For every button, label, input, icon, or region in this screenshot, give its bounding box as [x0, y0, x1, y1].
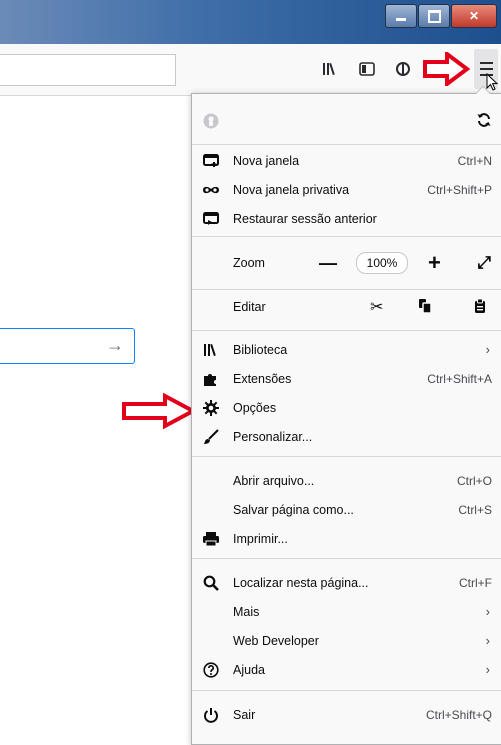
menu-item-label: Opções	[233, 400, 277, 415]
go-arrow-icon[interactable]: →	[106, 335, 124, 356]
app-menu-panel: Nova janela Ctrl+N Nova janela privativa…	[191, 86, 501, 745]
menu-item-label: Nova janela	[233, 153, 300, 168]
gear-icon	[202, 399, 220, 417]
shortcut-text: Ctrl+O	[456, 473, 492, 488]
menu-item-label: Nova janela privativa	[233, 182, 350, 197]
menu-separator	[192, 330, 501, 331]
shortcut-text: Ctrl+S	[458, 502, 492, 517]
account-row[interactable]	[192, 106, 501, 136]
menu-item-label: Localizar nesta página...	[233, 575, 369, 590]
menu-item-addons[interactable]: Extensões Ctrl+Shift+A	[192, 364, 501, 393]
close-icon: ✕	[468, 9, 480, 23]
shortcut-text: Ctrl+Shift+A	[427, 371, 492, 386]
menu-item-label: Ajuda	[233, 662, 265, 677]
menu-item-label: Restaurar sessão anterior	[233, 211, 377, 226]
menu-separator	[192, 144, 501, 145]
zoom-label: Zoom	[233, 256, 265, 270]
menu-item-label: Salvar página como...	[233, 502, 354, 517]
sync-icon[interactable]	[476, 112, 492, 131]
menu-item-label: Extensões	[233, 371, 292, 386]
menu-separator	[192, 456, 501, 457]
page-search-field[interactable]: →	[0, 328, 135, 364]
maximize-button[interactable]	[418, 4, 450, 28]
help-icon	[202, 661, 220, 679]
library-icon[interactable]	[319, 58, 341, 80]
window-controls: ✕	[384, 4, 497, 28]
shortcut-text: Ctrl+N	[457, 153, 492, 168]
shortcut-text: Ctrl+F	[459, 575, 492, 590]
menu-separator	[192, 289, 501, 290]
puzzle-piece-icon	[202, 370, 220, 388]
zoom-controls: Zoom — 100% + ⤢	[192, 248, 501, 278]
shortcut-text: Ctrl+Shift+P	[427, 182, 492, 197]
cut-icon[interactable]: ✂	[370, 297, 383, 317]
sidebar-icon[interactable]	[356, 58, 378, 80]
zoom-in-button[interactable]: +	[428, 250, 441, 276]
highlight-arrow-icon	[423, 52, 470, 86]
menu-item-restore-session[interactable]: Restaurar sessão anterior	[192, 204, 501, 233]
menu-item-new-window[interactable]: Nova janela Ctrl+N	[192, 146, 501, 175]
menu-item-options[interactable]: Opções	[192, 393, 501, 422]
edit-label: Editar	[233, 300, 266, 314]
chevron-right-icon: ›	[485, 342, 490, 357]
menu-item-customize[interactable]: Personalizar...	[192, 422, 501, 451]
menu-item-label: Web Developer	[233, 633, 319, 648]
close-window-button[interactable]: ✕	[451, 4, 497, 28]
minimize-button[interactable]	[385, 4, 417, 28]
menu-item-help[interactable]: Ajuda ›	[192, 655, 501, 684]
restore-session-icon	[202, 210, 220, 228]
zoom-reset-button[interactable]: 100%	[356, 252, 408, 274]
user-icon	[202, 112, 220, 130]
menu-separator	[192, 236, 501, 237]
menu-item-label: Abrir arquivo...	[233, 473, 315, 488]
menu-item-label: Biblioteca	[233, 342, 288, 357]
chevron-right-icon: ›	[485, 662, 490, 677]
power-icon	[202, 706, 220, 724]
open-menu-button[interactable]	[474, 49, 499, 91]
menu-item-quit[interactable]: Sair Ctrl+Shift+Q	[192, 700, 501, 729]
menu-item-save-page[interactable]: Salvar página como... Ctrl+S	[192, 495, 501, 524]
menu-item-label: Sair	[233, 707, 256, 722]
menu-item-find[interactable]: Localizar nesta página... Ctrl+F	[192, 568, 501, 597]
chevron-right-icon: ›	[485, 604, 490, 619]
chevron-right-icon: ›	[485, 633, 490, 648]
shortcut-text: Ctrl+Shift+Q	[425, 707, 492, 722]
paste-icon[interactable]	[474, 298, 486, 317]
highlight-arrow-icon	[122, 393, 197, 429]
menu-item-web-developer[interactable]: Web Developer ›	[192, 626, 501, 655]
url-bar[interactable]	[0, 54, 176, 86]
menu-item-label: Personalizar...	[233, 429, 313, 444]
paintbrush-icon	[202, 428, 220, 446]
menu-item-label: Imprimir...	[233, 531, 288, 546]
menu-item-private-window[interactable]: Nova janela privativa Ctrl+Shift+P	[192, 175, 501, 204]
menu-item-open-file[interactable]: Abrir arquivo... Ctrl+O	[192, 466, 501, 495]
menu-item-label: Mais	[233, 604, 260, 619]
library-icon	[202, 341, 220, 359]
menu-separator	[192, 690, 501, 691]
copy-icon[interactable]	[418, 298, 432, 317]
menu-item-print[interactable]: Imprimir...	[192, 524, 501, 553]
menu-item-more[interactable]: Mais ›	[192, 597, 501, 626]
extension-icon[interactable]	[392, 58, 414, 80]
edit-controls: Editar ✂	[192, 292, 501, 322]
private-mask-icon	[202, 181, 220, 199]
zoom-out-button[interactable]: —	[319, 253, 337, 274]
fullscreen-button[interactable]: ⤢	[477, 253, 491, 273]
search-icon	[202, 574, 220, 592]
menu-separator	[192, 558, 501, 559]
printer-icon	[202, 530, 220, 548]
new-window-icon	[202, 152, 220, 170]
menu-item-library[interactable]: Biblioteca ›	[192, 335, 501, 364]
window-titlebar: ✕	[0, 0, 501, 44]
